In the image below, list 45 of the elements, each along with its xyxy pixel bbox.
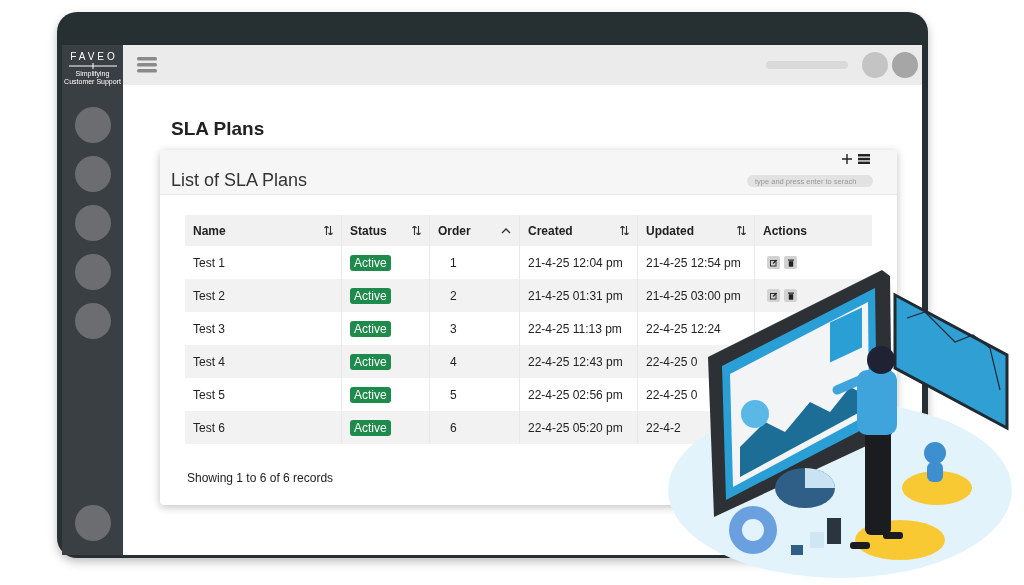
status-badge: Active	[350, 254, 391, 271]
sort-icon[interactable]	[737, 226, 746, 235]
edit-button[interactable]	[767, 289, 780, 302]
table-cell-text: Test 4	[192, 353, 226, 371]
edit-icon	[770, 291, 777, 300]
sort-ascending-icon[interactable]	[501, 226, 511, 235]
table-cell: 2	[429, 279, 519, 312]
card-title: List of SLA Plans	[171, 169, 308, 191]
delete-button[interactable]	[784, 289, 797, 302]
add-icon[interactable]	[842, 154, 852, 164]
delete-button[interactable]	[784, 256, 797, 269]
column-header[interactable]: Status	[350, 223, 387, 238]
page-title: SLA Plans	[171, 117, 266, 141]
table-cell-text: Test 6	[192, 419, 226, 437]
edit-icon	[770, 258, 777, 267]
table-cell-text: Test 1	[192, 254, 226, 272]
column-header[interactable]: Updated	[646, 223, 694, 238]
table-cell: 22-4-25 12:43 pm	[519, 345, 637, 378]
column-header[interactable]: Created	[528, 223, 573, 238]
sort-icon[interactable]	[620, 226, 629, 235]
table-cell: 21-4-25 03:00 pm	[637, 279, 754, 312]
sort-icon[interactable]	[412, 226, 421, 235]
logo-rule-icon	[67, 63, 118, 69]
status-badge: Active	[350, 320, 391, 337]
logo-text: FAVEO	[70, 51, 118, 62]
table-cell-text: Test 5	[192, 386, 226, 404]
table-cell: 21-4-25 01:31 pm	[519, 279, 637, 312]
table-cell: 6	[429, 411, 519, 444]
status-badge: Active	[350, 287, 391, 304]
column-header[interactable]: Actions	[763, 223, 807, 238]
status-badge: Active	[350, 353, 391, 370]
edit-button[interactable]	[767, 256, 780, 269]
trash-icon	[787, 291, 794, 300]
table-cell-text: Test 3	[192, 320, 226, 338]
sort-icon[interactable]	[324, 226, 333, 235]
record-count: Showing 1 to 6 of 6 records	[187, 471, 335, 485]
column-header[interactable]: Name	[193, 223, 226, 238]
status-badge: Active	[350, 419, 391, 436]
table-cell-text: Test 2	[192, 287, 226, 305]
table-cell: 22-4-25 05:20 pm	[519, 411, 637, 444]
table-cell: 4	[429, 345, 519, 378]
column-header[interactable]: Order	[438, 223, 471, 238]
status-badge: Active	[350, 386, 391, 403]
trash-icon	[787, 258, 794, 267]
menu-icon[interactable]	[858, 154, 870, 164]
